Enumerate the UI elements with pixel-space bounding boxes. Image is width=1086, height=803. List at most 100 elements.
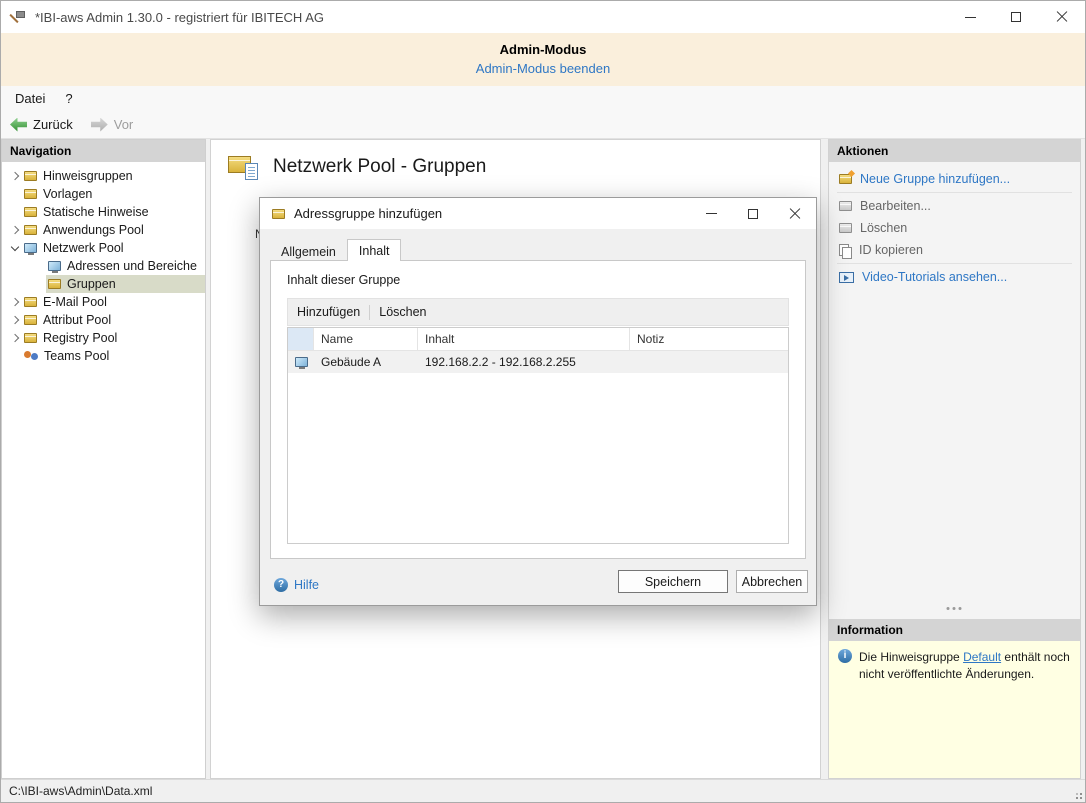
maximize-icon [1011, 12, 1021, 22]
sidebar-item-adressen-und-bereiche[interactable]: Adressen und Bereiche [2, 257, 205, 275]
sidebar-item-teams-pool[interactable]: Teams Pool [2, 347, 205, 365]
close-button[interactable] [1039, 1, 1085, 33]
nav-toolbar: Zurück Vor [1, 111, 1085, 139]
action-copy-id[interactable]: ID kopieren [829, 239, 1080, 261]
actions-header: Aktionen [829, 140, 1080, 162]
dialog-close-button[interactable] [774, 198, 816, 229]
menubar: Datei ? [1, 86, 1085, 111]
add-address-group-dialog: Adressgruppe hinzufügen Allgemein Inhalt… [259, 197, 817, 606]
back-button[interactable]: Zurück [1, 113, 82, 137]
chevron-right-icon [10, 297, 19, 307]
information-header: Information [829, 619, 1080, 641]
action-delete[interactable]: Löschen [829, 217, 1080, 239]
column-header-notiz[interactable]: Notiz [630, 328, 788, 350]
info-icon: i [838, 649, 852, 663]
network-icon [294, 357, 308, 369]
dialog-maximize-button[interactable] [732, 198, 774, 229]
sidebar-item-netzwerk-pool[interactable]: Netzwerk Pool [2, 239, 205, 257]
grid-header-row: Name Inhalt Notiz [288, 328, 788, 351]
action-edit[interactable]: Bearbeiten... [829, 195, 1080, 217]
column-header-name[interactable]: Name [314, 328, 418, 350]
minimize-button[interactable] [947, 1, 993, 33]
dialog-icon [272, 208, 285, 219]
sidebar-item-gruppen[interactable]: Gruppen [2, 275, 205, 293]
sidebar-item-registry-pool[interactable]: Registry Pool [2, 329, 205, 347]
window-title: *IBI-aws Admin 1.30.0 - registriert für … [35, 9, 324, 25]
dialog-minimize-button[interactable] [690, 198, 732, 229]
table-row[interactable]: Gebäude A 192.168.2.2 - 192.168.2.255 [288, 351, 788, 373]
delete-entry-button[interactable]: Löschen [379, 305, 426, 319]
sidebar-item-statische-hinweise[interactable]: Statische Hinweise [2, 203, 205, 221]
expand-toggle[interactable] [7, 315, 22, 325]
dialog-footer: ? Hilfe Speichern Abbrechen [260, 559, 816, 605]
sidebar-item-vorlagen[interactable]: Vorlagen [2, 185, 205, 203]
admin-mode-exit-link[interactable]: Admin-Modus beenden [476, 61, 610, 76]
network-group-icon [228, 153, 260, 180]
expand-toggle[interactable] [7, 297, 22, 307]
group-content-label: Inhalt dieser Gruppe [287, 273, 401, 287]
dialog-window-controls [690, 198, 816, 229]
dialog-title: Adressgruppe hinzufügen [294, 206, 443, 221]
box-icon [24, 189, 37, 199]
tab-allgemein[interactable]: Allgemein [270, 242, 347, 261]
column-header-inhalt[interactable]: Inhalt [418, 328, 630, 350]
maximize-icon [748, 208, 758, 219]
default-group-link[interactable]: Default [963, 650, 1001, 664]
admin-mode-title: Admin-Modus [499, 42, 587, 57]
menu-datei[interactable]: Datei [5, 86, 55, 111]
box-icon [24, 315, 37, 325]
box-icon [48, 279, 61, 289]
network-icon [24, 243, 37, 255]
sidebar-item-email-pool[interactable]: E-Mail Pool [2, 293, 205, 311]
save-button[interactable]: Speichern [618, 570, 728, 593]
selector-column-header[interactable] [288, 328, 314, 350]
copy-icon [839, 243, 852, 259]
expand-toggle[interactable] [7, 225, 22, 235]
chevron-down-icon [10, 242, 19, 251]
status-file-path: C:\IBI-aws\Admin\Data.xml [9, 784, 153, 798]
expand-toggle[interactable] [7, 333, 22, 343]
close-icon [1056, 11, 1068, 23]
forward-arrow-icon [90, 117, 108, 132]
cancel-button[interactable]: Abbrechen [736, 570, 808, 593]
minimize-icon [964, 16, 976, 18]
box-icon [24, 333, 37, 343]
navigation-tree: Hinweisgruppen Vorlagen Statische Hinwei… [2, 162, 205, 365]
collapse-toggle[interactable] [7, 242, 22, 251]
separator [837, 192, 1072, 193]
cell-inhalt: 192.168.2.2 - 192.168.2.255 [425, 355, 576, 369]
action-new-group[interactable]: Neue Gruppe hinzufügen... [829, 168, 1080, 190]
menu-help[interactable]: ? [55, 86, 82, 111]
sidebar-item-attribut-pool[interactable]: Attribut Pool [2, 311, 205, 329]
expand-toggle[interactable] [7, 171, 22, 181]
cell-notiz [630, 351, 788, 373]
actions-panel: Aktionen Neue Gruppe hinzufügen... Bearb… [828, 139, 1081, 779]
add-entry-button[interactable]: Hinzufügen [297, 305, 360, 319]
resize-grip[interactable] [1070, 787, 1082, 799]
window-controls [947, 1, 1085, 33]
actions-list: Neue Gruppe hinzufügen... Bearbeiten... … [829, 162, 1080, 288]
action-video-tutorials[interactable]: Video-Tutorials ansehen... [829, 266, 1080, 288]
dialog-titlebar: Adressgruppe hinzufügen [260, 198, 816, 229]
panel-splitter-handle[interactable] [946, 606, 963, 610]
new-box-icon [839, 174, 852, 184]
edit-box-icon [839, 201, 852, 211]
tab-inhalt[interactable]: Inhalt [346, 239, 402, 261]
back-label: Zurück [33, 117, 73, 132]
box-icon [24, 297, 37, 307]
sidebar-item-hinweisgruppen[interactable]: Hinweisgruppen [2, 167, 205, 185]
sidebar-item-anwendungs-pool[interactable]: Anwendungs Pool [2, 221, 205, 239]
help-icon: ? [274, 578, 288, 592]
maximize-button[interactable] [993, 1, 1039, 33]
information-body: i Die Hinweisgruppe Default enthält noch… [829, 641, 1080, 778]
dialog-tab-content: Inhalt dieser Gruppe Hinzufügen Löschen … [270, 260, 806, 559]
help-link[interactable]: ? Hilfe [274, 578, 319, 592]
admin-mode-banner: Admin-Modus Admin-Modus beenden [1, 33, 1085, 86]
navigation-header: Navigation [2, 140, 205, 162]
box-icon [24, 207, 37, 217]
back-arrow-icon [10, 117, 27, 132]
chevron-right-icon [10, 225, 19, 235]
forward-button[interactable]: Vor [82, 113, 143, 137]
content-header: Netzwerk Pool - Gruppen [211, 140, 820, 180]
video-icon [839, 271, 854, 283]
